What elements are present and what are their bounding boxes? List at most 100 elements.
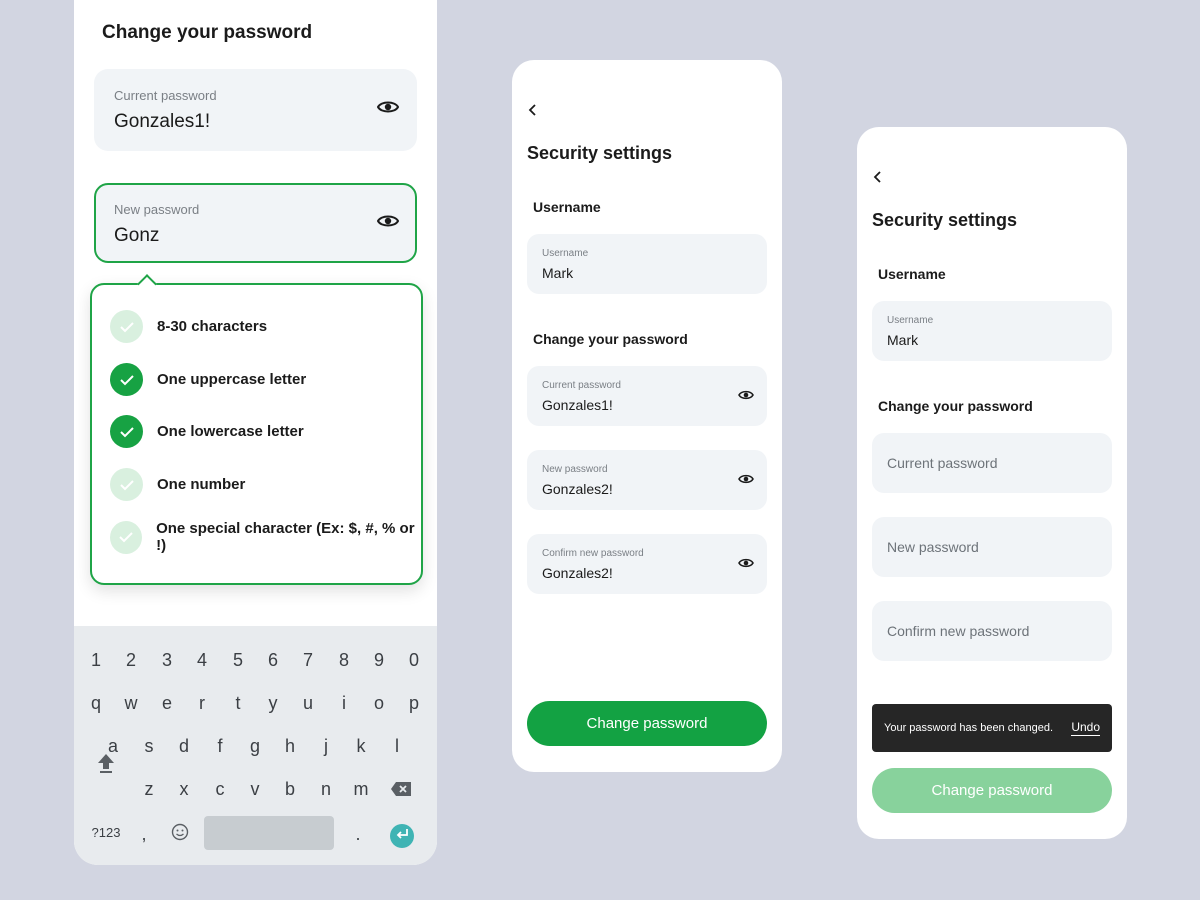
enter-key[interactable] <box>390 824 414 848</box>
security-settings-success-screen: Security settings Username Username Mark… <box>857 127 1127 839</box>
key[interactable]: q <box>86 693 106 714</box>
key[interactable]: 9 <box>369 650 389 671</box>
current-password-field[interactable]: Current password <box>872 433 1112 493</box>
eye-icon[interactable] <box>738 556 754 574</box>
check-icon <box>110 415 143 448</box>
toast-message: Your password has been changed. <box>884 722 1053 734</box>
new-password-placeholder: New password <box>887 539 979 555</box>
current-password-label: Current password <box>542 380 621 391</box>
new-password-field[interactable]: New password Gonz <box>94 183 417 263</box>
emoji-icon[interactable] <box>171 823 189 846</box>
key[interactable]: 0 <box>404 650 424 671</box>
backspace-icon[interactable] <box>390 781 412 802</box>
key[interactable]: 1 <box>86 650 106 671</box>
eye-icon[interactable] <box>376 213 400 234</box>
key[interactable]: 4 <box>192 650 212 671</box>
key[interactable]: v <box>245 779 265 800</box>
rule-label: One lowercase letter <box>157 423 304 440</box>
key[interactable]: s <box>139 736 159 757</box>
shift-icon[interactable] <box>96 752 116 779</box>
current-password-field[interactable]: Current password Gonzales1! <box>94 69 417 151</box>
popover-notch <box>137 274 157 294</box>
rule-number: One number <box>110 468 245 501</box>
rule-label: One uppercase letter <box>157 371 307 388</box>
confirm-password-value: Gonzales2! <box>542 565 613 581</box>
username-heading: Username <box>878 266 946 282</box>
key[interactable]: 5 <box>228 650 248 671</box>
username-value: Mark <box>542 265 574 281</box>
key[interactable]: w <box>121 693 141 714</box>
key[interactable]: d <box>174 736 194 757</box>
check-icon <box>110 310 143 343</box>
key[interactable]: x <box>174 779 194 800</box>
new-password-field[interactable]: New password <box>872 517 1112 577</box>
comma-key[interactable]: , <box>134 824 154 845</box>
current-password-label: Current password <box>114 88 217 103</box>
confirm-password-field[interactable]: Confirm new password <box>872 601 1112 661</box>
check-icon <box>110 468 143 501</box>
page-title: Security settings <box>872 210 1018 230</box>
key[interactable]: 6 <box>263 650 283 671</box>
back-chevron-icon[interactable] <box>526 103 540 117</box>
key[interactable]: n <box>316 779 336 800</box>
change-password-heading: Change your password <box>533 331 688 347</box>
key[interactable]: y <box>263 693 283 714</box>
change-password-heading: Change your password <box>878 398 1033 414</box>
password-requirements-popover: 8-30 characters One uppercase letter One… <box>90 274 423 585</box>
confirm-password-field[interactable]: Confirm new password Gonzales2! <box>527 534 767 594</box>
rule-special: One special character (Ex: $, #, % or !) <box>110 520 421 554</box>
key[interactable]: e <box>157 693 177 714</box>
key[interactable]: u <box>298 693 318 714</box>
confirm-password-placeholder: Confirm new password <box>887 623 1030 639</box>
username-label: Username <box>887 315 934 326</box>
key[interactable]: o <box>369 693 389 714</box>
space-key[interactable] <box>204 816 334 850</box>
key[interactable]: r <box>192 693 212 714</box>
key[interactable]: h <box>280 736 300 757</box>
rule-uppercase: One uppercase letter <box>110 363 306 396</box>
key[interactable]: 2 <box>121 650 141 671</box>
rule-label: 8-30 characters <box>157 318 268 335</box>
key[interactable]: l <box>387 736 407 757</box>
rule-label: One special character (Ex: $, #, % or !) <box>156 520 415 554</box>
new-password-field[interactable]: New password Gonzales2! <box>527 450 767 510</box>
current-password-field[interactable]: Current password Gonzales1! <box>527 366 767 426</box>
key[interactable]: i <box>334 693 354 714</box>
check-icon <box>110 363 143 396</box>
key[interactable]: f <box>210 736 230 757</box>
key[interactable]: 8 <box>334 650 354 671</box>
key[interactable]: p <box>404 693 424 714</box>
username-field[interactable]: Username Mark <box>872 301 1112 361</box>
key[interactable]: 3 <box>157 650 177 671</box>
key[interactable]: m <box>351 779 371 800</box>
rule-label: One number <box>157 476 246 493</box>
security-settings-filled-screen: Security settings Username Username Mark… <box>512 60 782 772</box>
current-password-value: Gonzales1! <box>114 111 211 132</box>
check-icon <box>110 520 143 554</box>
key[interactable]: c <box>210 779 230 800</box>
key[interactable]: g <box>245 736 265 757</box>
key[interactable]: 7 <box>298 650 318 671</box>
key[interactable]: z <box>139 779 159 800</box>
key[interactable]: j <box>316 736 336 757</box>
key[interactable]: b <box>280 779 300 800</box>
new-password-label: New password <box>114 202 200 217</box>
symbols-key[interactable]: ?123 <box>88 825 124 840</box>
username-heading: Username <box>533 199 601 215</box>
period-key[interactable]: . <box>348 824 368 845</box>
page-title: Security settings <box>527 143 673 163</box>
key[interactable]: t <box>228 693 248 714</box>
eye-icon[interactable] <box>738 388 754 406</box>
undo-link[interactable]: Undo <box>1071 720 1100 736</box>
new-password-value: Gonz <box>114 225 160 246</box>
back-chevron-icon[interactable] <box>871 170 885 184</box>
username-field[interactable]: Username Mark <box>527 234 767 294</box>
new-password-value: Gonzales2! <box>542 481 613 497</box>
eye-icon[interactable] <box>376 99 400 120</box>
change-password-button[interactable]: Change password <box>872 768 1112 813</box>
current-password-placeholder: Current password <box>887 455 998 471</box>
key[interactable]: k <box>351 736 371 757</box>
eye-icon[interactable] <box>738 472 754 490</box>
new-password-label: New password <box>542 464 608 475</box>
change-password-button[interactable]: Change password <box>527 701 767 746</box>
